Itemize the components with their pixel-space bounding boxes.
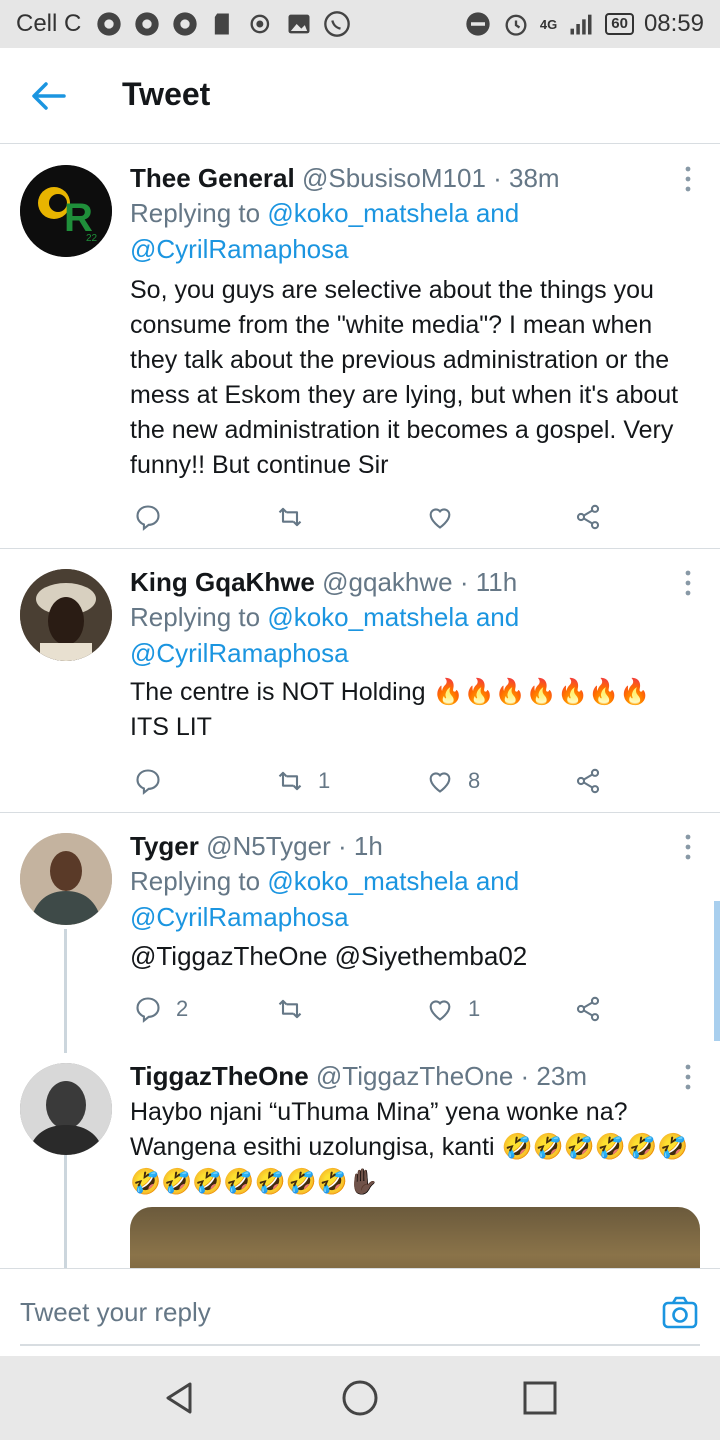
- heart-icon: [429, 772, 451, 793]
- share-icon: [576, 996, 600, 1022]
- reply-button[interactable]: 2: [134, 989, 188, 1029]
- mention-link[interactable]: @koko_matshela: [267, 866, 468, 896]
- mention-link[interactable]: @CyrilRamaphosa: [130, 902, 349, 932]
- retweet-button[interactable]: 1: [276, 761, 330, 801]
- app-header: Tweet: [0, 48, 720, 144]
- share-button[interactable]: [574, 989, 602, 1029]
- mention-link[interactable]: @CyrilRamaphosa: [130, 234, 349, 264]
- chrome-icon: [135, 12, 160, 36]
- tweet-text: The centre is NOT Holding 🔥🔥🔥🔥🔥🔥🔥 ITS LI…: [130, 678, 651, 741]
- handle-time: @N5Tyger · 1h: [206, 831, 383, 861]
- retweet-icon: [278, 771, 302, 791]
- tweet-text: So, you guys are selective about the thi…: [130, 276, 679, 479]
- reply-composer[interactable]: Tweet your reply: [0, 1268, 720, 1356]
- tweet-text: Haybo njani “uThuma Mina” yena wonke na?…: [130, 1098, 689, 1196]
- tweet-mentions[interactable]: @TiggazTheOne @Siyethemba02: [130, 939, 696, 974]
- reply-button[interactable]: [134, 761, 176, 801]
- like-button[interactable]: 8: [426, 761, 480, 801]
- like-button[interactable]: [426, 497, 468, 537]
- chrome-icon: [173, 12, 198, 36]
- avatar-photo-icon: [20, 1063, 112, 1155]
- heart-icon: [429, 508, 451, 529]
- display-name[interactable]: King GqaKhwe: [130, 567, 315, 597]
- alarm-icon: [505, 14, 527, 36]
- clock: 08:59: [643, 10, 704, 37]
- tweet[interactable]: R 22 Thee General @SbusisoM101 · 38m Rep…: [0, 145, 720, 549]
- tweet[interactable]: King GqaKhwe @gqakhwe · 11h Replying to …: [0, 549, 720, 813]
- hotspot-icon: [250, 14, 270, 34]
- retweet-button[interactable]: [276, 497, 318, 537]
- avatar[interactable]: [20, 1063, 112, 1155]
- share-icon: [576, 504, 600, 530]
- share-button[interactable]: [574, 761, 602, 801]
- heart-icon: [429, 1000, 451, 1021]
- share-icon: [576, 768, 600, 794]
- image-icon: [288, 14, 310, 34]
- dnd-icon: [466, 12, 490, 36]
- tweet-media-image[interactable]: [130, 1207, 700, 1268]
- scrollbar[interactable]: [714, 901, 720, 1041]
- display-name[interactable]: Thee General: [130, 163, 295, 193]
- reply-button[interactable]: [134, 497, 176, 537]
- nav-home-icon[interactable]: [340, 1378, 380, 1418]
- avatar[interactable]: R 22: [20, 165, 112, 257]
- retweet-icon: [278, 999, 302, 1019]
- more-options-icon[interactable]: [684, 833, 692, 861]
- more-options-icon[interactable]: [684, 165, 692, 193]
- tweet-feed[interactable]: R 22 Thee General @SbusisoM101 · 38m Rep…: [0, 145, 720, 1268]
- replying-to: Replying to @koko_matshela and @CyrilRam…: [130, 198, 520, 264]
- more-options-icon[interactable]: [684, 569, 692, 597]
- tweet[interactable]: Tyger @N5Tyger · 1h Replying to @koko_ma…: [0, 813, 720, 1045]
- nav-back-icon[interactable]: [160, 1378, 200, 1418]
- carrier-label: Cell C: [16, 10, 82, 37]
- nav-recents-icon[interactable]: [520, 1378, 560, 1418]
- avatar-logo-icon: R 22: [20, 165, 112, 257]
- svg-text:22: 22: [86, 233, 98, 244]
- share-button[interactable]: [574, 497, 602, 537]
- sd-card-icon: [215, 13, 230, 35]
- handle-time: @TiggazTheOne · 23m: [315, 1061, 587, 1091]
- replying-to: Replying to @koko_matshela and @CyrilRam…: [130, 602, 520, 668]
- like-button[interactable]: 1: [426, 989, 480, 1029]
- reply-icon: [136, 505, 160, 531]
- display-name[interactable]: TiggazTheOne: [130, 1061, 309, 1091]
- avatar-portrait-icon: [20, 569, 112, 661]
- more-options-icon[interactable]: [684, 1063, 692, 1091]
- handle-time: @SbusisoM101 · 38m: [301, 163, 560, 193]
- page-title: Tweet: [122, 76, 211, 112]
- network-label: 4G: [539, 16, 558, 32]
- whatsapp-icon: [324, 11, 351, 37]
- mention-link[interactable]: @CyrilRamaphosa: [130, 638, 349, 668]
- avatar[interactable]: [20, 833, 112, 925]
- mention-link[interactable]: @koko_matshela: [267, 198, 468, 228]
- camera-icon[interactable]: [662, 1295, 698, 1331]
- reply-icon: [136, 997, 160, 1023]
- handle-time: @gqakhwe · 11h: [322, 567, 518, 597]
- mention-link[interactable]: @koko_matshela: [267, 602, 468, 632]
- system-nav-bar: [0, 1356, 720, 1440]
- status-bar: Cell C 4G 60 08:59: [0, 0, 720, 48]
- battery-icon: 60: [605, 13, 634, 35]
- reply-icon: [136, 769, 160, 795]
- tweet[interactable]: TiggazTheOne @TiggazTheOne · 23m Haybo n…: [0, 1045, 720, 1268]
- avatar-photo-icon: [20, 833, 112, 925]
- signal-icon: [570, 14, 592, 35]
- display-name[interactable]: Tyger: [130, 831, 199, 861]
- reply-input-underline: [20, 1344, 700, 1346]
- retweet-icon: [278, 507, 302, 527]
- chrome-icon: [97, 12, 122, 36]
- retweet-button[interactable]: [276, 989, 318, 1029]
- back-arrow-icon[interactable]: [30, 80, 66, 112]
- replying-to: Replying to @koko_matshela and @CyrilRam…: [130, 866, 520, 932]
- reply-input[interactable]: Tweet your reply: [20, 1297, 211, 1328]
- avatar[interactable]: [20, 569, 112, 661]
